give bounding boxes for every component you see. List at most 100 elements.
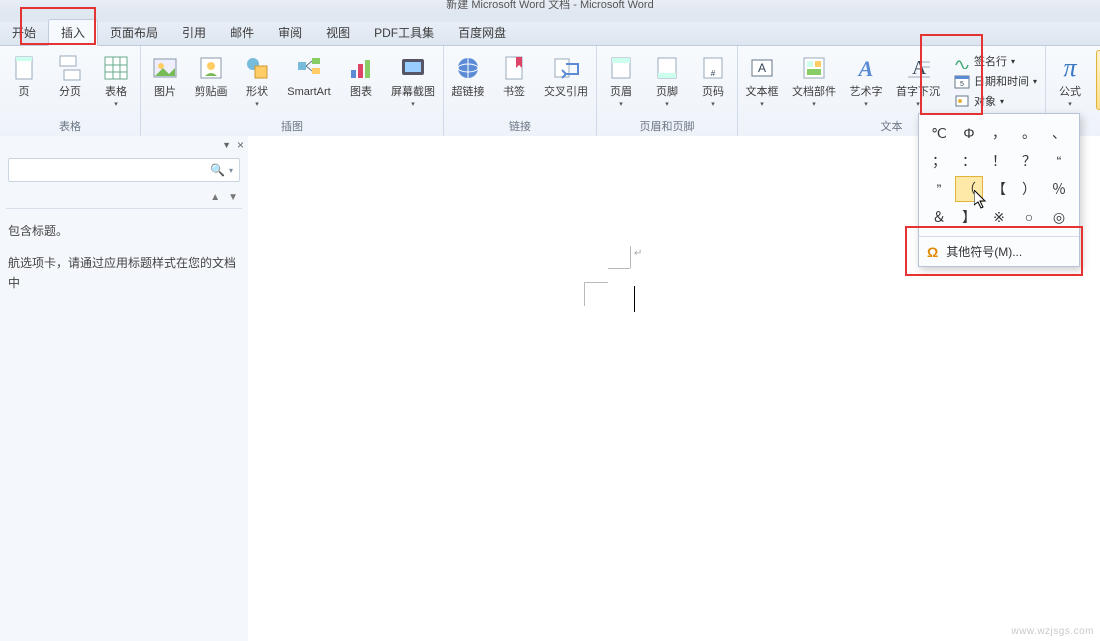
ribbon-button-label: 文本框 (746, 86, 779, 99)
symbol-cell[interactable]: ？ (1015, 148, 1043, 174)
symbol-grid: ℃Φ，。、 ；：！？“ ”（【）％ ＆】※○◎ (919, 114, 1079, 236)
ribbon-button-分页[interactable]: 分页 (50, 50, 90, 99)
tab-邮件[interactable]: 邮件 (218, 20, 266, 45)
tab-开始[interactable]: 开始 (0, 20, 48, 45)
ribbon-button-对象[interactable]: 对象 ▾ (950, 92, 1041, 110)
nav-next-icon[interactable]: ▼ (228, 192, 238, 203)
tab-PDF工具集[interactable]: PDF工具集 (362, 20, 446, 45)
more-symbols-item[interactable]: Ω 其他符号(M)... (919, 236, 1079, 266)
chevron-down-icon[interactable]: ▾ (229, 166, 233, 175)
chevron-down-icon: ▾ (760, 100, 764, 108)
ribbon-button-label: SmartArt (287, 86, 330, 99)
ribbon-button-交叉引用[interactable]: 交叉引用 (540, 50, 592, 99)
ribbon-button-书签[interactable]: 书签 (494, 50, 534, 99)
ribbon-small-label: 签名行 (974, 53, 1007, 69)
ribbon-button-label: 形状 (246, 86, 268, 99)
symbol-cell[interactable]: ， (985, 120, 1013, 146)
ribbon-button-公式[interactable]: π公式▾ (1050, 50, 1090, 108)
ribbon-button-label: 公式 (1059, 86, 1081, 99)
ribbon-button-屏幕截图[interactable]: 屏幕截图▾ (387, 50, 439, 108)
tab-引用[interactable]: 引用 (170, 20, 218, 45)
nav-text-line1: 包含标题。 (8, 221, 240, 241)
ribbon-button-文档部件[interactable]: 文档部件▾ (788, 50, 840, 108)
text-cursor (634, 286, 635, 312)
symbol-cell[interactable]: ！ (985, 148, 1013, 174)
nav-text-line2: 航选项卡，请通过应用标题样式在您的文档中 (8, 253, 240, 293)
nav-pane-tabs[interactable]: ▲ ▼ (0, 186, 248, 208)
chevron-down-icon: ▾ (411, 100, 415, 108)
symbol-cell[interactable]: ○ (1015, 204, 1043, 230)
symbol-cell[interactable]: Φ (955, 120, 983, 146)
ribbon-group-表格: 页分页 表格▾表格 (0, 46, 141, 136)
ribbon-button-签名行[interactable]: 签名行 ▾ (950, 52, 1041, 70)
chevron-down-icon: ▾ (864, 100, 868, 108)
chevron-down-icon: ▾ (114, 100, 118, 108)
symbol-cell[interactable]: ＆ (925, 204, 953, 230)
symbol-cell[interactable]: ※ (985, 204, 1013, 230)
symbol-cell[interactable]: （ (955, 176, 983, 202)
window-title: 新建 Microsoft Word 文档 - Microsoft Word (446, 0, 653, 10)
nav-search-input[interactable]: 🔍 ▾ (8, 158, 240, 182)
ribbon-button-页眉[interactable]: 页眉▾ (601, 50, 641, 108)
nav-pane-body: 包含标题。 航选项卡，请通过应用标题样式在您的文档中 (0, 209, 248, 305)
ribbon-button-表格[interactable]: 表格▾ (96, 50, 136, 108)
ribbon-button-页码[interactable]: # 页码▾ (693, 50, 733, 108)
ribbon-button-剪贴画[interactable]: 剪贴画 (191, 50, 231, 99)
ribbon-button-形状[interactable]: 形状▾ (237, 50, 277, 108)
tab-视图[interactable]: 视图 (314, 20, 362, 45)
ribbon-button-首字下沉[interactable]: A首字下沉▾ (892, 50, 944, 108)
symbol-cell[interactable]: ） (1015, 176, 1043, 202)
ribbon-button-SmartArt[interactable]: SmartArt (283, 50, 335, 99)
search-icon: 🔍 (210, 163, 225, 177)
symbol-cell[interactable]: ” (925, 176, 953, 202)
symbol-cell[interactable]: “ (1045, 148, 1073, 174)
ribbon-button-label: 分页 (59, 86, 81, 99)
svg-text:#: # (711, 69, 716, 78)
chevron-down-icon: ▾ (255, 100, 259, 108)
ribbon-small-label: 对象 (974, 93, 996, 109)
ribbon-button-label: 文档部件 (792, 86, 836, 99)
ribbon-button-label: 图表 (350, 86, 372, 99)
ribbon-button-label: 页眉 (610, 86, 632, 99)
page-margin-corner-outer (584, 282, 614, 312)
nav-pane-header: ▼ × (0, 136, 248, 154)
ribbon-button-label: 图片 (154, 86, 176, 99)
symbol-cell[interactable]: 【 (985, 176, 1013, 202)
svg-text:A: A (758, 61, 766, 75)
navigation-pane: ▼ × 🔍 ▾ ▲ ▼ 包含标题。 航选项卡，请通过应用标题样式在您的文档中 (0, 136, 249, 641)
ribbon-button-艺术字[interactable]: A艺术字▾ (846, 50, 886, 108)
ribbon-button-超链接[interactable]: 超链接 (448, 50, 488, 99)
chevron-down-icon: ▾ (1033, 77, 1037, 86)
tab-页面布局[interactable]: 页面布局 (98, 20, 170, 45)
symbol-cell[interactable]: 、 (1045, 120, 1073, 146)
tab-审阅[interactable]: 审阅 (266, 20, 314, 45)
chevron-down-icon: ▾ (812, 100, 816, 108)
close-icon[interactable]: × (237, 138, 244, 152)
ribbon-group-label: 插图 (145, 116, 439, 136)
symbol-cell[interactable]: ◎ (1045, 204, 1073, 230)
tab-插入[interactable]: 插入 (48, 19, 98, 46)
chevron-down-icon: ▾ (711, 100, 715, 108)
symbol-cell[interactable]: ％ (1045, 176, 1073, 202)
ribbon-button-label: 页脚 (656, 86, 678, 99)
ribbon-button-图表[interactable]: 图表 (341, 50, 381, 99)
ribbon-button-页脚[interactable]: 页脚▾ (647, 50, 687, 108)
ribbon-button-label: 页码 (702, 86, 724, 99)
ribbon-group-label: 链接 (448, 116, 592, 136)
ribbon-group-label: 页眉和页脚 (601, 116, 733, 136)
ribbon-button-符号[interactable]: Ω符号▾ (1096, 50, 1100, 110)
symbol-cell[interactable]: ： (955, 148, 983, 174)
ribbon-button-日期和时间[interactable]: 5日期和时间 ▾ (950, 72, 1041, 90)
ribbon-button-图片[interactable]: 图片 (145, 50, 185, 99)
ribbon-button-文本框[interactable]: A 文本框▾ (742, 50, 782, 108)
nav-prev-icon[interactable]: ▲ (210, 192, 220, 203)
symbol-cell[interactable]: ℃ (925, 120, 953, 146)
symbol-cell[interactable]: 。 (1015, 120, 1043, 146)
ribbon-button-页[interactable]: 页 (4, 50, 44, 99)
symbol-cell[interactable]: ； (925, 148, 953, 174)
ribbon-group-页眉和页脚: 页眉▾页脚▾ # 页码▾ 页眉和页脚 (597, 46, 738, 136)
symbol-cell[interactable]: 】 (955, 204, 983, 230)
dropdown-icon[interactable]: ▼ (222, 140, 231, 150)
tab-百度网盘[interactable]: 百度网盘 (446, 20, 518, 45)
ribbon-button-label: 表格 (105, 86, 127, 99)
